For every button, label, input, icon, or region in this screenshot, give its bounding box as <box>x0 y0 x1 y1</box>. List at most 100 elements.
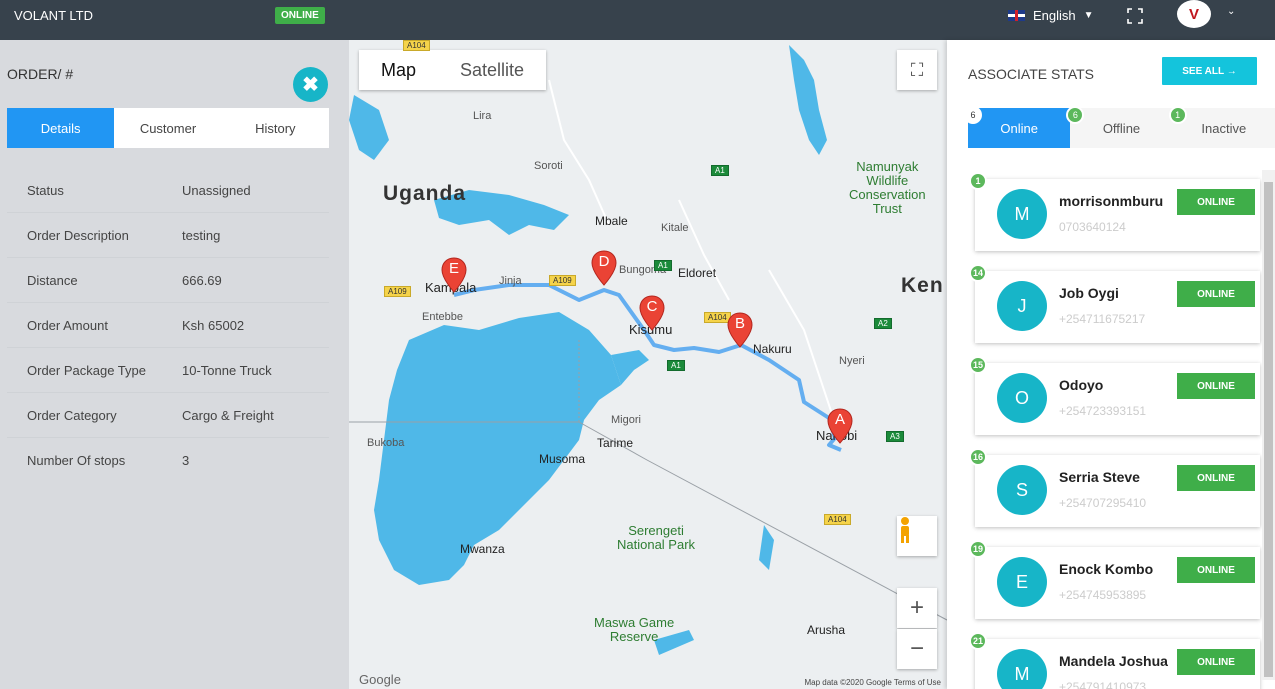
detail-row: Order Amount Ksh 65002 <box>7 303 329 348</box>
zoom-out-icon[interactable]: − <box>897 629 937 669</box>
map-label-tarime: Tarime <box>597 436 634 450</box>
map-label-kitale: Kitale <box>661 222 689 234</box>
tab-details[interactable]: Details <box>7 108 115 148</box>
tab-online[interactable]: 6 Online <box>964 106 1071 148</box>
map-label-namunyak: Namunyak Wildlife Conservation Trust <box>849 159 926 216</box>
top-bar: VOLANT LTD ONLINE English ▼ V ⌄ <box>0 0 1275 40</box>
associate-list-scrollbar[interactable] <box>1262 170 1275 680</box>
avatar: M <box>997 189 1047 239</box>
status-badge: ONLINE <box>1177 281 1255 307</box>
status-badge: ONLINE <box>1177 465 1255 491</box>
order-title: ORDER/ # <box>7 66 74 82</box>
route-stop-marker[interactable]: A <box>827 408 853 444</box>
associate-name: Serria Steve <box>1059 469 1140 485</box>
detail-label: Status <box>27 182 64 198</box>
associate-name: Job Oygi <box>1059 285 1119 301</box>
road-shield-a104: A104 <box>403 40 430 51</box>
associate-card[interactable]: 21 M Mandela Joshua +254791410973 ONLINE <box>969 632 1260 689</box>
count-badge: 6 <box>1066 106 1085 124</box>
detail-row: Order Category Cargo & Freight <box>7 393 329 438</box>
associate-card[interactable]: 19 E Enock Kombo +254745953895 ONLINE <box>969 540 1260 619</box>
tab-offline[interactable]: 6 Offline <box>1066 106 1172 148</box>
road-shield-a1: A1 <box>654 260 672 271</box>
associate-card[interactable]: 1 M morrisonmburu 0703640124 ONLINE <box>969 172 1260 251</box>
scrollbar-thumb[interactable] <box>1264 182 1273 677</box>
count-badge: 1 <box>1168 106 1187 124</box>
tab-inactive[interactable]: 1 Inactive <box>1168 106 1275 148</box>
fullscreen-icon[interactable] <box>1127 8 1143 24</box>
associate-id-badge: 16 <box>969 448 987 466</box>
road-shield-a1: A1 <box>667 360 685 371</box>
status-badge: ONLINE <box>1177 649 1255 675</box>
detail-label: Distance <box>27 272 78 288</box>
tab-label: Offline <box>1102 120 1141 136</box>
map-type-satellite[interactable]: Satellite <box>438 50 546 90</box>
lake-natron <box>759 525 774 570</box>
uk-flag-icon <box>1008 10 1025 21</box>
language-selector[interactable]: English ▼ <box>1008 8 1094 23</box>
associate-name: morrisonmburu <box>1059 193 1164 209</box>
google-logo[interactable]: Google <box>359 672 401 687</box>
detail-label: Order Package Type <box>27 362 146 378</box>
map-label-mbale: Mbale <box>595 214 628 228</box>
associate-id-badge: 15 <box>969 356 987 374</box>
map-label-migori: Migori <box>611 414 641 426</box>
associate-name: Enock Kombo <box>1059 561 1154 577</box>
associate-name: Odoyo <box>1059 377 1104 393</box>
route-stop-marker[interactable]: C <box>639 295 665 331</box>
associate-list: 1 M morrisonmburu 0703640124 ONLINE 14 J… <box>968 168 1268 689</box>
road-shield-a2: A2 <box>874 318 892 329</box>
connection-status-badge: ONLINE <box>275 7 325 24</box>
see-all-button[interactable]: SEE ALL → <box>1162 57 1257 85</box>
street-view-pegman-icon[interactable] <box>897 516 937 556</box>
map-label-eldoret: Eldoret <box>678 266 717 280</box>
associate-phone: +254711675217 <box>1059 312 1146 326</box>
associate-card[interactable]: 15 O Odoyo +254723393151 ONLINE <box>969 356 1260 435</box>
tab-label: Inactive <box>1201 120 1247 136</box>
associate-id-badge: 1 <box>969 172 987 190</box>
chevron-down-icon[interactable]: ⌄ <box>1227 6 1235 17</box>
avatar: S <box>997 465 1047 515</box>
pegman-icon <box>901 517 909 543</box>
associate-panel: ASSOCIATE STATS SEE ALL → 6 Online 6 Off… <box>947 40 1275 689</box>
stop-label: D <box>598 253 610 270</box>
close-icon[interactable]: ✖ <box>293 67 328 102</box>
route-stop-marker[interactable]: E <box>441 257 467 293</box>
avatar: O <box>997 373 1047 423</box>
brand-name: VOLANT LTD <box>14 8 93 23</box>
map-label-musoma: Musoma <box>539 452 586 466</box>
route-stop-marker[interactable]: D <box>591 250 617 286</box>
map-type-map[interactable]: Map <box>359 50 438 90</box>
lake-northwest <box>349 95 389 160</box>
status-badge: ONLINE <box>1177 373 1255 399</box>
tab-customer[interactable]: Customer <box>114 108 221 148</box>
route-map[interactable]: Map Satellite ⛶ + − Uganda Ken Kampala K… <box>349 40 947 689</box>
detail-row: Order Package Type 10-Tonne Truck <box>7 348 329 393</box>
map-fullscreen-icon[interactable]: ⛶ <box>897 50 937 90</box>
map-label-entebbe: Entebbe <box>422 311 463 323</box>
stop-label: E <box>448 260 459 277</box>
route-stop-marker[interactable]: B <box>727 312 753 348</box>
chevron-down-icon: ▼ <box>1083 10 1094 21</box>
order-panel: ORDER/ # ✖ Details Customer History Stat… <box>0 40 349 689</box>
associate-card[interactable]: 14 J Job Oygi +254711675217 ONLINE <box>969 264 1260 343</box>
lake-turkana <box>789 45 827 155</box>
detail-label: Order Category <box>27 407 117 423</box>
associate-stats-title: ASSOCIATE STATS <box>968 66 1095 82</box>
map-label-serengeti: Serengeti National Park <box>617 523 696 552</box>
road-shield-a109: A109 <box>549 275 576 286</box>
status-badge: ONLINE <box>1177 557 1255 583</box>
avatar: E <box>997 557 1047 607</box>
map-label-nyeri: Nyeri <box>839 355 865 367</box>
avatar: J <box>997 281 1047 331</box>
associate-card[interactable]: 16 S Serria Steve +254707295410 ONLINE <box>969 448 1260 527</box>
detail-value: Unassigned <box>182 182 251 198</box>
zoom-in-icon[interactable]: + <box>897 588 937 628</box>
map-attribution[interactable]: Map data ©2020 Google Terms of Use <box>805 678 942 687</box>
tab-history[interactable]: History <box>222 108 329 148</box>
road-shield-a1: A1 <box>711 165 729 176</box>
stop-label: B <box>734 315 745 332</box>
user-avatar[interactable]: V <box>1177 0 1211 28</box>
map-label-arusha: Arusha <box>807 623 846 637</box>
associate-id-badge: 14 <box>969 264 987 282</box>
